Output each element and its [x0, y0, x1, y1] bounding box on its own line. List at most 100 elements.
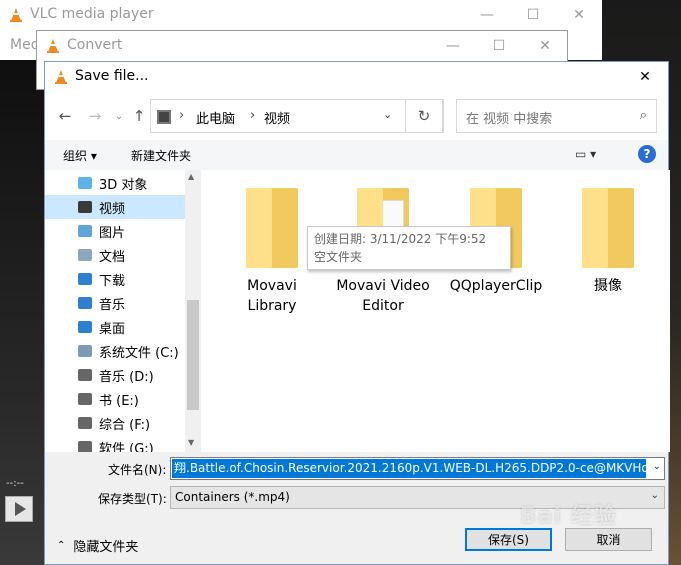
file-list: Movavi Library Movavi Video Editor QQplaye… — [201, 170, 670, 452]
folder-name: Movavi Video Editor — [336, 278, 430, 314]
save-titlebar: Save file... ✕ — [45, 62, 668, 92]
convert-close-button[interactable]: ✕ — [522, 31, 568, 61]
vlc-window-title: VLC media player — [30, 6, 154, 22]
save-dialog-title: Save file... — [75, 68, 149, 84]
back-arrow-icon[interactable]: ← — [55, 106, 75, 126]
convert-window-title: Convert — [67, 37, 123, 53]
breadcrumb-chevron-icon[interactable]: › — [250, 108, 255, 123]
vlc-cone-icon — [55, 70, 67, 84]
address-bar[interactable]: › 此电脑 › 视频 ⌄ — [150, 99, 444, 133]
tree-item[interactable]: 桌面 — [45, 315, 185, 339]
tree-item-icon — [78, 393, 92, 405]
tree-item[interactable]: 音乐 — [45, 291, 185, 315]
search-icon[interactable]: ⌕ — [640, 108, 647, 123]
scroll-down-icon[interactable]: ▼ — [188, 438, 194, 447]
tree-item-label: 综合 (F:) — [99, 417, 151, 433]
filename-value[interactable]: 翔.Battle.of.Chosin.Reservior.2021.2160p.… — [172, 459, 646, 478]
filename-label: 文件名(N): — [108, 463, 167, 477]
breadcrumb-this-pc[interactable]: 此电脑 — [196, 108, 235, 127]
tree-item[interactable]: 文档 — [45, 243, 185, 267]
save-close-button[interactable]: ✕ — [622, 62, 668, 92]
tree-item-icon — [78, 345, 92, 357]
view-options-icon[interactable]: ▭ ▾ — [575, 147, 596, 161]
tree-item-icon — [78, 441, 92, 452]
tree-scrollbar[interactable]: ▲ ▼ — [185, 170, 201, 452]
navigation-tree: 3D 对象视频 图片文档下载音乐桌面系统文件 (C:) 音乐 (D:) 书 (E:) 综… — [45, 170, 201, 452]
vlc-maximize-button[interactable]: ☐ — [510, 0, 556, 30]
hide-folders-label: 隐藏文件夹 — [73, 540, 139, 555]
search-placeholder: 在 视频 中搜索 — [466, 112, 553, 127]
forward-arrow-icon[interactable]: → — [85, 106, 105, 126]
play-button[interactable] — [5, 496, 33, 522]
tree-item-label: 桌面 — [99, 321, 126, 337]
tree-item[interactable]: 图片 — [45, 219, 185, 243]
convert-titlebar: Convert — ☐ ✕ — [37, 31, 567, 61]
breadcrumb-chevron-icon[interactable]: › — [179, 108, 184, 123]
filetype-dropdown-icon[interactable]: ⌄ — [651, 490, 659, 501]
tree-item-label: 3D 对象 — [99, 177, 148, 193]
tree-item[interactable]: 视频 — [45, 195, 185, 219]
navigation-bar: ← → ⌄ ↑ › 此电脑 › 视频 ⌄ ↻ 在 视频 中搜索 ⌕ — [45, 92, 668, 140]
filetype-label: 保存类型(T): — [98, 492, 167, 506]
tooltip-date: 创建日期: 3/11/2022 下午9:52 — [314, 232, 487, 246]
scroll-thumb[interactable] — [187, 300, 199, 410]
tree-item-icon — [78, 321, 92, 333]
cancel-button[interactable]: 取消 — [565, 528, 652, 551]
tree-item[interactable]: 3D 对象 — [45, 171, 185, 195]
tree-item-icon — [78, 417, 92, 429]
address-dropdown-icon[interactable]: ⌄ — [383, 108, 392, 121]
folder-front — [246, 188, 272, 268]
folder-icon — [246, 188, 298, 268]
tree-item-label: 系统文件 (C:) — [99, 345, 179, 361]
tree-item[interactable]: 软件 (G:) — [45, 435, 185, 452]
tree-item-icon — [78, 225, 92, 237]
convert-minimize-button[interactable]: — — [430, 31, 476, 61]
tree-item-icon — [78, 369, 92, 381]
recent-chevron-icon[interactable]: ⌄ — [109, 106, 129, 126]
hide-folders-button[interactable]: ⌃ 隐藏文件夹 — [57, 536, 138, 555]
tree-item-icon — [78, 177, 92, 189]
tree-item-icon — [78, 249, 92, 261]
vlc-seek-time: --:-- — [6, 478, 24, 489]
tree-item-label: 音乐 (D:) — [99, 369, 154, 385]
tree-item-icon — [78, 273, 92, 285]
folder-name: 摄像 — [594, 278, 622, 294]
vlc-close-button[interactable]: ✕ — [556, 0, 602, 30]
tree-item[interactable]: 书 (E:) — [45, 387, 185, 411]
scroll-up-icon[interactable]: ▲ — [188, 172, 194, 181]
tree-item-label: 文档 — [99, 249, 126, 265]
tree-item[interactable]: 下载 — [45, 267, 185, 291]
filename-dropdown-icon[interactable]: ⌄ — [653, 461, 661, 472]
command-bar: 组织 ▾ 新建文件夹 ▭ ▾ ? — [45, 140, 668, 170]
filename-field[interactable]: 翔.Battle.of.Chosin.Reservior.2021.2160p.… — [170, 457, 665, 480]
tree-item[interactable]: 综合 (F:) — [45, 411, 185, 435]
help-icon[interactable]: ? — [638, 145, 656, 163]
save-file-dialog: Save file... ✕ ← → ⌄ ↑ › 此电脑 › 视频 ⌄ ↻ 在 … — [44, 61, 670, 565]
vlc-titlebar: VLC media player — ☐ ✕ — [0, 0, 602, 30]
organize-button[interactable]: 组织 ▾ — [63, 147, 97, 164]
tree-item-label: 下载 — [99, 273, 126, 289]
baidu-watermark: Bai 经验 — [520, 504, 617, 529]
tree-item-label: 音乐 — [99, 297, 126, 313]
folder-name: Movavi Library — [247, 278, 297, 314]
up-arrow-icon[interactable]: ↑ — [129, 106, 149, 126]
breadcrumb-videos[interactable]: 视频 — [264, 108, 290, 127]
vlc-video-area: --:-- — [0, 60, 45, 565]
tree-item-icon — [78, 297, 92, 309]
filetype-value: Containers (*.mp4) — [175, 490, 290, 504]
tree-item[interactable]: 音乐 (D:) — [45, 363, 185, 387]
folder-name: QQplayerClip — [449, 278, 543, 294]
vlc-minimize-button[interactable]: — — [464, 0, 510, 30]
folder-item[interactable]: 摄像 — [558, 188, 658, 296]
chevron-up-icon: ⌃ — [57, 540, 66, 551]
refresh-icon[interactable]: ↻ — [405, 99, 443, 133]
video-folder-icon — [157, 110, 171, 124]
tree-item-icon — [78, 201, 92, 213]
tooltip-status: 空文件夹 — [314, 250, 363, 264]
folder-tooltip: 创建日期: 3/11/2022 下午9:52 空文件夹 — [307, 226, 511, 270]
new-folder-button[interactable]: 新建文件夹 — [131, 147, 191, 164]
save-button[interactable]: 保存(S) — [465, 528, 552, 551]
search-input[interactable]: 在 视频 中搜索 ⌕ — [456, 99, 657, 133]
tree-item[interactable]: 系统文件 (C:) — [45, 339, 185, 363]
convert-maximize-button[interactable]: ☐ — [476, 31, 522, 61]
